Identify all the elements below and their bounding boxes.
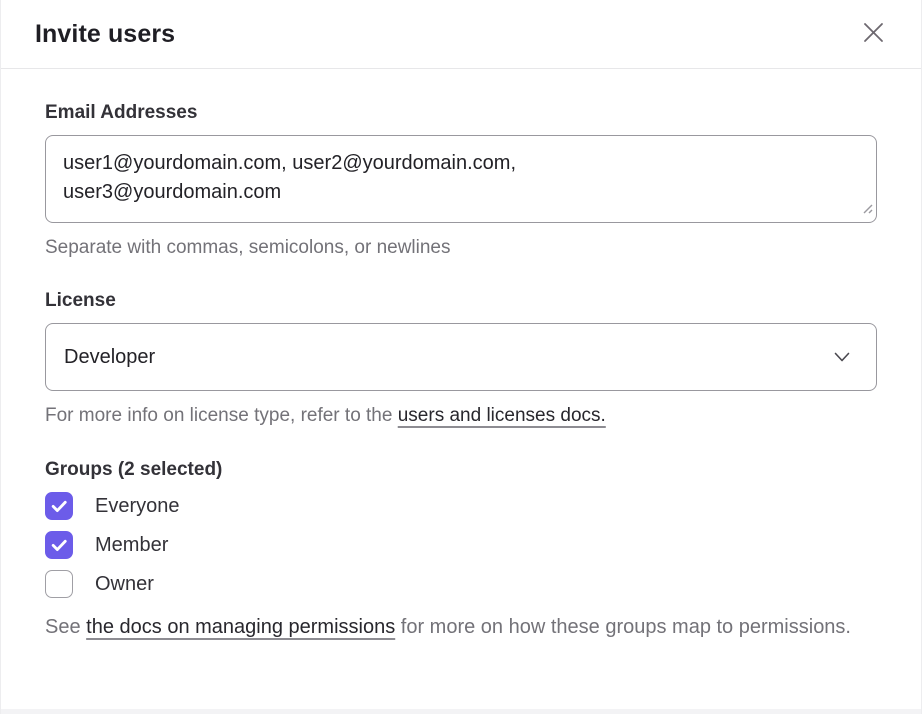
checkbox-member[interactable]: [45, 531, 73, 559]
group-option-member[interactable]: Member: [45, 531, 877, 559]
license-helper-prefix: For more info on license type, refer to …: [45, 405, 398, 426]
modal-body: Email Addresses user1@yourdomain.com, us…: [1, 69, 921, 642]
check-icon: [49, 496, 69, 516]
users-licenses-docs-link[interactable]: users and licenses docs.: [398, 405, 606, 426]
groups-helper-text: See the docs on managing permissions for…: [45, 613, 877, 642]
email-field-group: Email Addresses user1@yourdomain.com, us…: [45, 102, 877, 262]
email-label: Email Addresses: [45, 102, 877, 124]
checkbox-label-owner: Owner: [95, 573, 154, 596]
groups-label: Groups (2 selected): [45, 459, 877, 481]
license-select[interactable]: Developer: [45, 323, 877, 391]
checkbox-label-member: Member: [95, 534, 168, 557]
modal-bottom-edge: [1, 709, 921, 714]
checkbox-label-everyone: Everyone: [95, 495, 180, 518]
groups-field-group: Groups (2 selected) Everyone Member: [45, 459, 877, 642]
email-addresses-input[interactable]: user1@yourdomain.com, user2@yourdomain.c…: [45, 135, 877, 223]
group-option-everyone[interactable]: Everyone: [45, 492, 877, 520]
group-option-owner[interactable]: Owner: [45, 570, 877, 598]
close-button[interactable]: [855, 16, 891, 52]
groups-helper-prefix: See: [45, 616, 86, 638]
managing-permissions-docs-link[interactable]: the docs on managing permissions: [86, 616, 395, 638]
email-helper-text: Separate with commas, semicolons, or new…: [45, 234, 877, 262]
modal-title: Invite users: [35, 20, 175, 49]
checkbox-everyone[interactable]: [45, 492, 73, 520]
license-field-group: License Developer For more info on licen…: [45, 290, 877, 430]
chevron-down-icon: [834, 346, 850, 369]
license-helper-text: For more info on license type, refer to …: [45, 402, 877, 430]
groups-helper-suffix: for more on how these groups map to perm…: [395, 616, 851, 638]
license-label: License: [45, 290, 877, 312]
modal-header: Invite users: [1, 0, 921, 69]
close-icon: [862, 21, 885, 47]
checkbox-owner[interactable]: [45, 570, 73, 598]
license-selected-value: Developer: [64, 346, 155, 369]
check-icon: [49, 535, 69, 555]
